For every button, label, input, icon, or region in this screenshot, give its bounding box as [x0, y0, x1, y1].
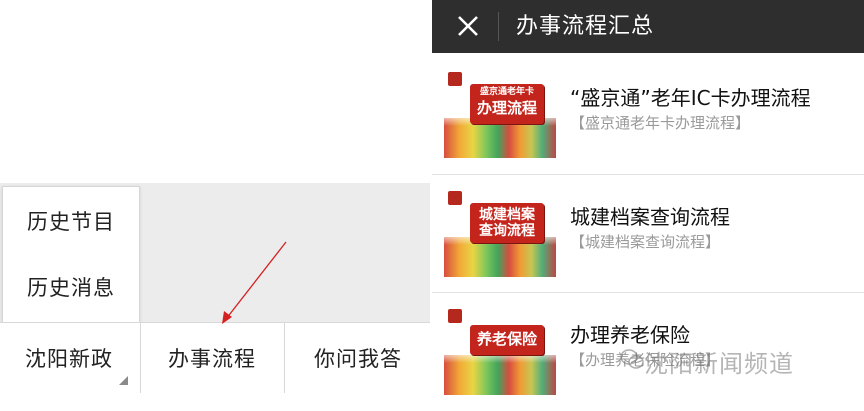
- submenu-item-history-programs[interactable]: 历史节目: [3, 189, 139, 253]
- article-title: 城建档案查询流程: [570, 205, 730, 229]
- menu-tab-label: 沈阳新政: [25, 347, 113, 371]
- channel-watermark: 沈阳新闻频道: [644, 350, 794, 378]
- menu-tab-qa[interactable]: 你问我答: [284, 323, 431, 393]
- chat-screen: 历史节目 历史消息 沈阳新政 办事流程 你问我答: [0, 0, 430, 406]
- menu-tab-procedures[interactable]: 办事流程: [140, 323, 283, 393]
- thumbnail-banner: 养老保险: [470, 325, 544, 355]
- thumbnail-banner: 盛京通老年卡 办理流程: [470, 84, 544, 124]
- title-bar: 办事流程汇总: [432, 0, 864, 53]
- page-title: 办事流程汇总: [516, 14, 655, 39]
- article-item[interactable]: 城建档案 查询流程 城建档案查询流程 【城建档案查询流程】: [432, 174, 864, 293]
- menu-tab-shenyang-policy[interactable]: 沈阳新政: [0, 323, 138, 393]
- article-subtitle: 【盛京通老年卡办理流程】: [570, 114, 751, 132]
- article-subtitle: 【城建档案查询流程】: [570, 233, 721, 251]
- chat-message-area: [0, 0, 430, 183]
- close-icon: [458, 16, 478, 36]
- wechat-watermark-icon: [620, 349, 644, 369]
- channel-logo-icon: [448, 191, 462, 205]
- submenu-popup: 历史节目 历史消息: [2, 186, 140, 323]
- thumbnail-caption-small: 盛京通老年卡: [479, 87, 534, 97]
- title-divider: [498, 12, 499, 41]
- article-thumbnail: 养老保险: [444, 305, 556, 395]
- article-item[interactable]: 盛京通老年卡 办理流程 “盛京通”老年IC卡办理流程 【盛京通老年卡办理流程】: [432, 56, 864, 174]
- submenu-indicator-icon: [119, 376, 128, 385]
- menu-tab-label: 你问我答: [314, 347, 402, 371]
- menu-tab-label: 办事流程: [168, 347, 256, 371]
- channel-logo-icon: [448, 72, 462, 86]
- channel-logo-icon: [448, 309, 462, 323]
- thumbnail-caption: 养老保险: [476, 330, 537, 348]
- article-thumbnail: 盛京通老年卡 办理流程: [444, 68, 556, 158]
- thumbnail-banner: 城建档案 查询流程: [470, 203, 544, 243]
- thumbnail-caption: 城建档案 查询流程: [479, 207, 535, 239]
- close-button[interactable]: [446, 4, 490, 48]
- thumbnail-caption: 办理流程: [476, 99, 537, 117]
- submenu-item-history-messages[interactable]: 历史消息: [3, 255, 139, 319]
- article-title: “盛京通”老年IC卡办理流程: [570, 86, 811, 110]
- article-thumbnail: 城建档案 查询流程: [444, 187, 556, 277]
- custom-menu-bar: 沈阳新政 办事流程 你问我答: [0, 322, 430, 393]
